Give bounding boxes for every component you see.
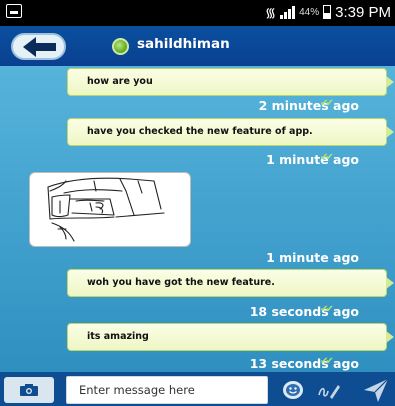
message-input[interactable] [66, 376, 268, 404]
back-button[interactable] [11, 33, 66, 60]
chat-header: sahildhiman [0, 26, 395, 66]
back-arrow-icon [22, 36, 56, 57]
send-icon [364, 378, 389, 402]
doodle-image [47, 177, 165, 242]
double-check-icon: ✔✔ [320, 98, 334, 109]
emoji-button[interactable] [283, 381, 303, 399]
message-bubble[interactable]: its amazing [67, 323, 394, 351]
message-text: its amazing [87, 331, 149, 342]
doodle-button[interactable] [316, 379, 342, 401]
emoji-icon [286, 384, 300, 396]
online-status-icon [112, 38, 129, 55]
battery-percent: 44% [299, 6, 320, 18]
doodle-icon [318, 385, 340, 399]
signal-icon [280, 5, 296, 19]
camera-button[interactable] [4, 377, 54, 403]
screenshot-icon [6, 4, 22, 18]
clock: 3:39 PM [335, 3, 391, 21]
message-bubble[interactable]: how are you [67, 68, 394, 96]
double-check-icon: ✔✔ [320, 152, 334, 163]
image-message[interactable] [29, 172, 191, 247]
battery-icon [323, 5, 332, 19]
message-text: woh you have got the new feature. [87, 277, 275, 288]
message-text: have you checked the new feature of app. [87, 126, 313, 137]
message-timestamp: 18 seconds ago [249, 304, 359, 319]
message-bubble[interactable]: have you checked the new feature of app. [67, 118, 394, 146]
message-text: how are you [87, 76, 153, 87]
double-check-icon: ✔✔ [320, 356, 334, 367]
contact-name[interactable]: sahildhiman [137, 36, 230, 52]
status-bar: ᯾ 44% 3:39 PM [0, 0, 395, 26]
double-check-icon: ✔✔ [320, 304, 334, 315]
composer-bar [0, 372, 395, 406]
status-icons: ᯾ 44% 3:39 PM [265, 3, 391, 21]
wifi-icon: ᯾ [265, 5, 277, 20]
send-button[interactable] [362, 376, 390, 404]
message-timestamp: 13 seconds ago [249, 356, 359, 371]
camera-icon [20, 384, 38, 396]
message-timestamp: 1 minute ago [266, 152, 359, 167]
message-bubble[interactable]: woh you have got the new feature. [67, 269, 394, 297]
message-timestamp: 1 minute ago [266, 250, 359, 265]
message-timestamp: 2 minutes ago [258, 98, 359, 113]
chat-area[interactable]: how are you 2 minutes ago ✔✔ have you ch… [0, 66, 395, 372]
